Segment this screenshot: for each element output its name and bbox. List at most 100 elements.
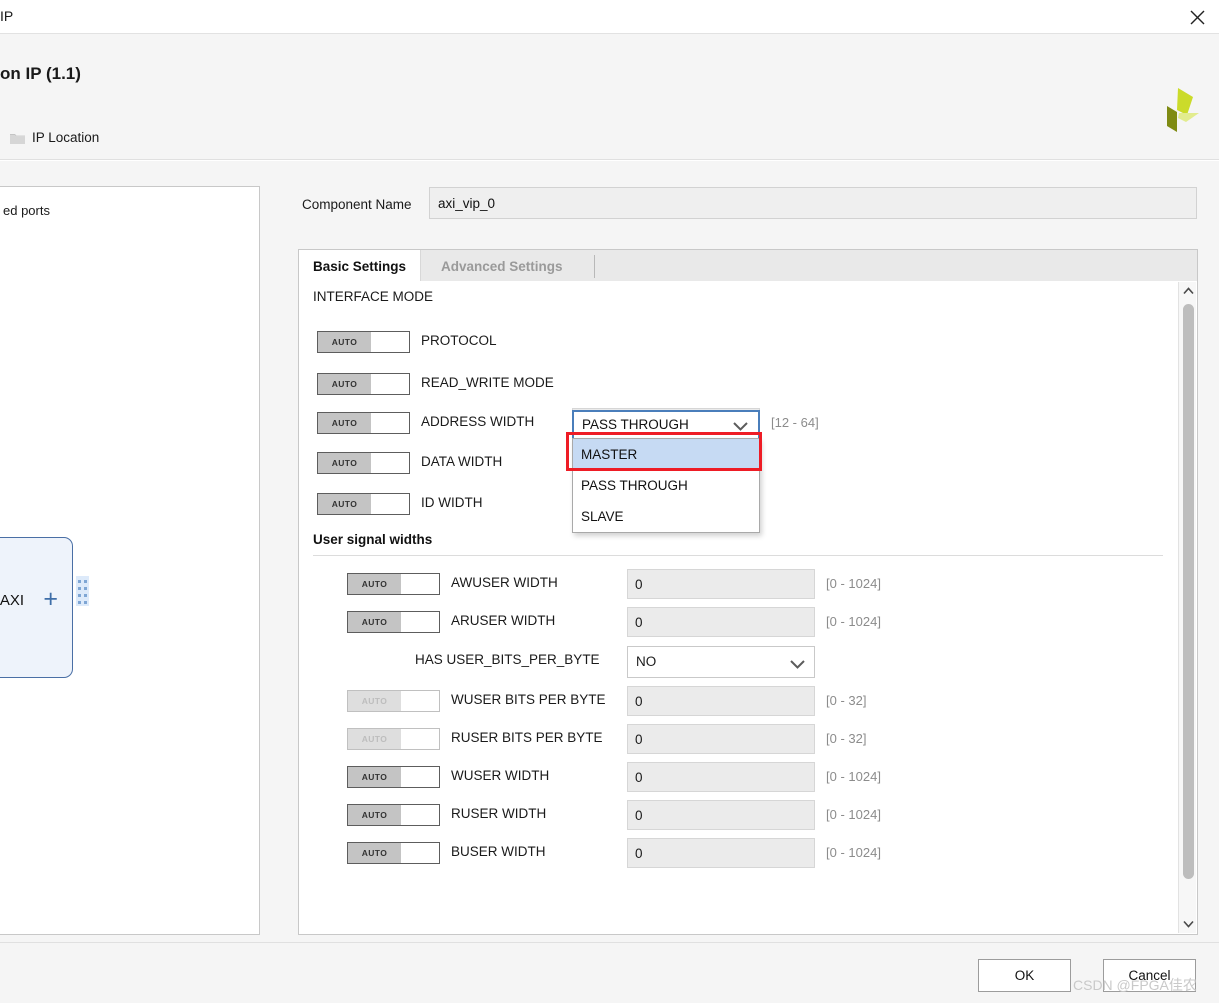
- range-address-width: [12 - 64]: [771, 415, 819, 430]
- tab-divider: [594, 255, 595, 278]
- range-buser-width: [0 - 1024]: [826, 845, 881, 860]
- config-panel: Component Name Basic Settings Advanced S…: [298, 186, 1198, 935]
- dialog-header: on IP (1.1) IP Location: [0, 33, 1219, 160]
- label-address-width: ADDRESS WIDTH: [421, 414, 535, 429]
- dropdown-option-pass-through[interactable]: PASS THROUGH: [573, 470, 759, 501]
- auto-toggle-label: AUTO: [318, 332, 371, 352]
- component-name-input[interactable]: [429, 187, 1197, 219]
- label-ruser-bits-per-byte: RUSER BITS PER BYTE: [451, 730, 603, 745]
- form-row-ruser-bits-per-byte: AUTO RUSER BITS PER BYTE [0 - 32]: [299, 724, 1159, 754]
- auto-toggle-aruser-width[interactable]: AUTO: [347, 611, 440, 633]
- tab-advanced-settings[interactable]: Advanced Settings: [427, 250, 577, 282]
- auto-toggle-label: AUTO: [318, 494, 371, 514]
- resize-grip-handle[interactable]: [76, 576, 89, 606]
- auto-toggle-label: AUTO: [348, 805, 401, 825]
- form-row-aruser-width: AUTO ARUSER WIDTH [0 - 1024]: [299, 607, 1159, 637]
- dropdown-option-master[interactable]: MASTER: [573, 439, 759, 470]
- ip-location-row[interactable]: IP Location: [10, 130, 99, 145]
- label-wuser-bits-per-byte: WUSER BITS PER BYTE: [451, 692, 606, 707]
- label-has-user-bits-per-byte: HAS USER_BITS_PER_BYTE: [415, 652, 600, 667]
- label-protocol: PROTOCOL: [421, 333, 497, 348]
- form-row-has-user-bits-per-byte: HAS USER_BITS_PER_BYTE NO: [299, 646, 1159, 678]
- range-wuser-width: [0 - 1024]: [826, 769, 881, 784]
- auto-toggle-address-width[interactable]: AUTO: [317, 412, 410, 434]
- input-aruser-width[interactable]: [627, 607, 815, 637]
- label-data-width: DATA WIDTH: [421, 454, 503, 469]
- form-row-protocol: AUTO PROTOCOL: [299, 327, 859, 357]
- component-name-row: Component Name: [298, 186, 1198, 226]
- form-row-wuser-width: AUTO WUSER WIDTH [0 - 1024]: [299, 762, 1159, 792]
- chevron-down-icon: [790, 657, 805, 675]
- form-row-ruser-width: AUTO RUSER WIDTH [0 - 1024]: [299, 800, 1159, 830]
- range-awuser-width: [0 - 1024]: [826, 576, 881, 591]
- auto-toggle-label: AUTO: [318, 453, 371, 473]
- ip-diagram-panel: ed ports S_AXI k setn M_AXI +: [0, 186, 260, 935]
- auto-toggle-wuser-bits-per-byte: AUTO: [347, 690, 440, 712]
- scrollbar-thumb[interactable]: [1183, 304, 1194, 879]
- auto-toggle-wuser-width[interactable]: AUTO: [347, 766, 440, 788]
- combo-interface-mode-value: PASS THROUGH: [582, 417, 689, 432]
- ip-block-symbol[interactable]: S_AXI k setn M_AXI +: [0, 537, 73, 678]
- scroll-down-icon[interactable]: [1179, 915, 1197, 933]
- dropdown-option-slave[interactable]: SLAVE: [573, 501, 759, 532]
- page-title: on IP (1.1): [0, 64, 81, 83]
- form-row-awuser-width: AUTO AWUSER WIDTH [0 - 1024]: [299, 569, 1159, 599]
- auto-toggle-label: AUTO: [348, 767, 401, 787]
- auto-toggle-buser-width[interactable]: AUTO: [347, 842, 440, 864]
- label-ruser-width: RUSER WIDTH: [451, 806, 547, 821]
- combo-has-user-bits-per-byte[interactable]: NO: [627, 646, 815, 678]
- label-wuser-width: WUSER WIDTH: [451, 768, 550, 783]
- cancel-button[interactable]: Cancel: [1103, 959, 1196, 992]
- label-aruser-width: ARUSER WIDTH: [451, 613, 556, 628]
- scroll-up-icon[interactable]: [1179, 282, 1197, 300]
- folder-icon: [10, 132, 25, 144]
- input-buser-width[interactable]: [627, 838, 815, 868]
- vertical-scrollbar[interactable]: [1178, 282, 1196, 933]
- window-titlebar: IP: [0, 0, 1219, 33]
- input-ruser-bits-per-byte[interactable]: [627, 724, 815, 754]
- auto-toggle-label: AUTO: [318, 374, 371, 394]
- auto-toggle-protocol[interactable]: AUTO: [317, 331, 410, 353]
- interface-mode-label: INTERFACE MODE: [313, 289, 434, 304]
- auto-toggle-label: AUTO: [348, 729, 401, 749]
- label-buser-width: BUSER WIDTH: [451, 844, 546, 859]
- dropdown-interface-mode-options[interactable]: MASTER PASS THROUGH SLAVE: [572, 438, 760, 533]
- auto-toggle-ruser-bits-per-byte: AUTO: [347, 728, 440, 750]
- combo-has-user-bits-per-byte-value: NO: [636, 654, 657, 669]
- combo-interface-mode[interactable]: PASS THROUGH: [572, 410, 760, 440]
- section-title-user-signal-widths: User signal widths: [313, 532, 433, 547]
- settings-scroll-region: INTERFACE MODE AUTO PROTOCOL AUTO READ_W…: [299, 281, 1179, 933]
- dialog-footer: OK Cancel: [0, 942, 1219, 1003]
- amd-xilinx-logo-icon: [1155, 86, 1201, 134]
- auto-toggle-label: AUTO: [348, 612, 401, 632]
- chevron-down-icon: [733, 419, 748, 437]
- auto-toggle-label: AUTO: [348, 843, 401, 863]
- auto-toggle-label: AUTO: [318, 413, 371, 433]
- port-m-axi: M_AXI: [0, 592, 24, 609]
- tab-content-basic-settings: INTERFACE MODE AUTO PROTOCOL AUTO READ_W…: [298, 281, 1198, 935]
- auto-toggle-label: AUTO: [348, 574, 401, 594]
- show-ports-label: ed ports: [3, 203, 50, 218]
- auto-toggle-awuser-width[interactable]: AUTO: [347, 573, 440, 595]
- label-read-write-mode: READ_WRITE MODE: [421, 375, 554, 390]
- input-wuser-bits-per-byte[interactable]: [627, 686, 815, 716]
- ok-button[interactable]: OK: [978, 959, 1071, 992]
- form-row-buser-width: AUTO BUSER WIDTH [0 - 1024]: [299, 838, 1159, 868]
- window-title: IP: [0, 8, 14, 24]
- auto-toggle-ruser-width[interactable]: AUTO: [347, 804, 440, 826]
- tabstrip: Basic Settings Advanced Settings: [298, 249, 1198, 282]
- ip-location-label: IP Location: [32, 130, 100, 145]
- label-awuser-width: AWUSER WIDTH: [451, 575, 558, 590]
- tab-basic-settings[interactable]: Basic Settings: [299, 250, 422, 282]
- input-awuser-width[interactable]: [627, 569, 815, 599]
- component-name-label: Component Name: [302, 197, 412, 212]
- range-wuser-bits-per-byte: [0 - 32]: [826, 693, 867, 708]
- input-ruser-width[interactable]: [627, 800, 815, 830]
- expand-port-plus-icon[interactable]: +: [43, 587, 58, 612]
- input-wuser-width[interactable]: [627, 762, 815, 792]
- auto-toggle-data-width[interactable]: AUTO: [317, 452, 410, 474]
- auto-toggle-read-write-mode[interactable]: AUTO: [317, 373, 410, 395]
- auto-toggle-label: AUTO: [348, 691, 401, 711]
- close-icon[interactable]: [1181, 2, 1213, 32]
- auto-toggle-id-width[interactable]: AUTO: [317, 493, 410, 515]
